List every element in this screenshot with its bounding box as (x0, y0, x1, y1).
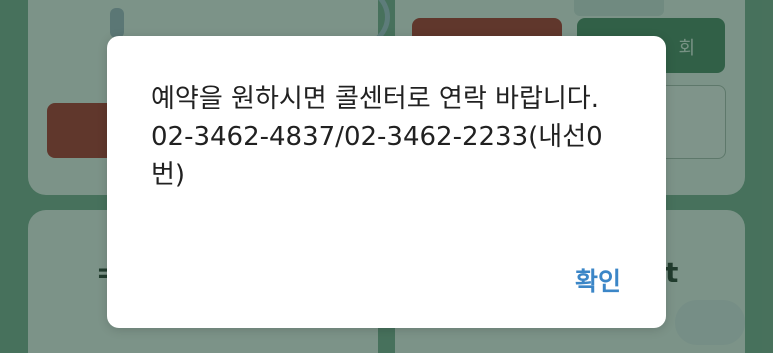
dialog-message: 예약을 원하시면 콜센터로 연락 바랍니다. 02-3462-4837/02-3… (151, 84, 603, 190)
app-screen: 회 = t 예약을 원하시면 콜센터로 연락 바랍니다. 02-3462-483… (0, 0, 773, 353)
confirm-button[interactable]: 확인 (575, 262, 621, 298)
alert-dialog: 예약을 원하시면 콜센터로 연락 바랍니다. 02-3462-4837/02-3… (107, 36, 666, 328)
